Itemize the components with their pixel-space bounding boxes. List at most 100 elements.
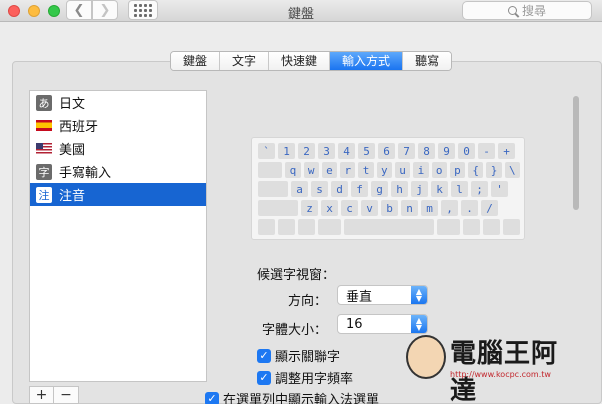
key [463, 219, 481, 235]
key: r [340, 162, 356, 178]
key: , [441, 200, 458, 216]
key: ` [258, 143, 275, 159]
tab-dictation[interactable]: 聽寫 [403, 52, 452, 70]
key [436, 219, 461, 235]
spain-flag-icon [36, 120, 52, 131]
key: q [285, 162, 301, 178]
candidate-section-title: 候選字視窗： [257, 268, 336, 283]
key: 7 [398, 143, 415, 159]
keyboard-row: a s d f g h j k l ; ' [256, 181, 520, 197]
list-item-spanish[interactable]: 西班牙 [30, 114, 206, 137]
key [258, 219, 275, 235]
show-related-checkbox[interactable]: ✓ 顯示關聯字 [257, 346, 340, 365]
input-source-list[interactable]: あ 日文 西班牙 美國 字 手寫輸入 注 注音 [29, 90, 207, 382]
key [258, 162, 283, 178]
list-item-handwriting[interactable]: 字 手寫輸入 [30, 160, 206, 183]
tab-keyboard[interactable]: 鍵盤 [171, 52, 221, 70]
key: j [411, 181, 428, 197]
key: s [311, 181, 328, 197]
key: m [421, 200, 438, 216]
key: f [351, 181, 368, 197]
watermark: 電腦王阿達 http://www.kocpc.com.tw [406, 333, 584, 404]
font-size-value: 16 [346, 316, 363, 332]
key [258, 200, 298, 216]
key: 8 [418, 143, 435, 159]
show-in-menu-checkbox[interactable]: ✓ 在選單列中顯示輸入法選單 [205, 389, 379, 404]
search-placeholder: 搜尋 [521, 4, 546, 18]
key [258, 181, 288, 197]
search-field[interactable]: 搜尋 [462, 1, 592, 20]
list-controls: + − [29, 386, 79, 404]
key: o [431, 162, 447, 178]
key: 5 [358, 143, 375, 159]
key: w [303, 162, 319, 178]
key: b [381, 200, 398, 216]
key: 3 [318, 143, 335, 159]
mascot-icon [406, 335, 446, 379]
updown-arrows-icon: ▲ ▼ [411, 286, 427, 304]
key: 1 [278, 143, 295, 159]
checkbox-label: 在選單列中顯示輸入法選單 [223, 393, 380, 404]
font-size-popup[interactable]: 16 ▲ ▼ [337, 314, 428, 334]
keyboard-row: z x c v b n m , . / [256, 200, 520, 216]
list-item-us[interactable]: 美國 [30, 137, 206, 160]
zhuyin-icon: 注 [36, 186, 52, 203]
key: c [341, 200, 358, 216]
keyboard-preview: ` 1 2 3 4 5 6 7 8 9 0 - + q w e r t y u … [251, 137, 525, 240]
keyboard-row: ` 1 2 3 4 5 6 7 8 9 0 - + [256, 143, 520, 159]
key: e [321, 162, 338, 178]
keyboard-row: q w e r t y u i o p { } \ [256, 162, 520, 178]
checkmark-icon: ✓ [257, 370, 271, 385]
space-key [344, 219, 434, 235]
key: y [376, 162, 392, 178]
font-size-label: 字體大小： [261, 323, 327, 338]
direction-value: 垂直 [346, 289, 373, 305]
key: v [361, 200, 378, 216]
direction-popup[interactable]: 垂直 ▲ ▼ [337, 285, 428, 305]
list-item-zhuyin[interactable]: 注 注音 [30, 183, 206, 206]
us-flag-icon [36, 143, 52, 154]
key: 4 [338, 143, 355, 159]
tab-input-sources[interactable]: 輸入方式 [330, 52, 404, 70]
key: n [401, 200, 418, 216]
key: h [391, 181, 408, 197]
key: { [468, 162, 484, 178]
key: - [478, 143, 495, 159]
list-item-label: 手寫輸入 [59, 166, 112, 181]
key: 9 [438, 143, 455, 159]
key: . [461, 200, 478, 216]
list-item-label: 西班牙 [59, 120, 99, 135]
key: a [291, 181, 308, 197]
direction-label: 方向： [287, 294, 327, 309]
key: u [394, 162, 411, 178]
key: g [371, 181, 388, 197]
list-item-label: 注音 [59, 189, 86, 204]
key: p [449, 162, 466, 178]
title-bar: ❮ ❯ 鍵盤 搜尋 [0, 0, 602, 22]
checkmark-icon: ✓ [205, 391, 219, 404]
key [317, 219, 342, 235]
key [297, 219, 315, 235]
list-item-label: 美國 [59, 143, 86, 158]
checkmark-icon: ✓ [257, 348, 271, 363]
list-item-japanese[interactable]: あ 日文 [30, 91, 206, 114]
key: x [321, 200, 338, 216]
japanese-icon: あ [36, 94, 52, 111]
watermark-brand: 電腦王阿達 [450, 339, 559, 404]
key: 6 [378, 143, 395, 159]
tab-text[interactable]: 文字 [220, 52, 270, 70]
key [483, 219, 501, 235]
key: z [301, 200, 318, 216]
updown-arrows-icon: ▲ ▼ [411, 315, 427, 333]
keyboard-row [256, 219, 520, 235]
search-icon [507, 6, 517, 15]
add-source-button[interactable]: + [29, 386, 54, 404]
adjust-frequency-checkbox[interactable]: ✓ 調整用字頻率 [257, 368, 353, 387]
tab-shortcuts[interactable]: 快速鍵 [269, 52, 331, 70]
key [503, 219, 520, 235]
remove-source-button[interactable]: − [54, 386, 79, 404]
key: t [358, 162, 374, 178]
list-item-label: 日文 [59, 97, 86, 112]
key: 0 [458, 143, 475, 159]
scrollbar[interactable] [573, 96, 579, 210]
